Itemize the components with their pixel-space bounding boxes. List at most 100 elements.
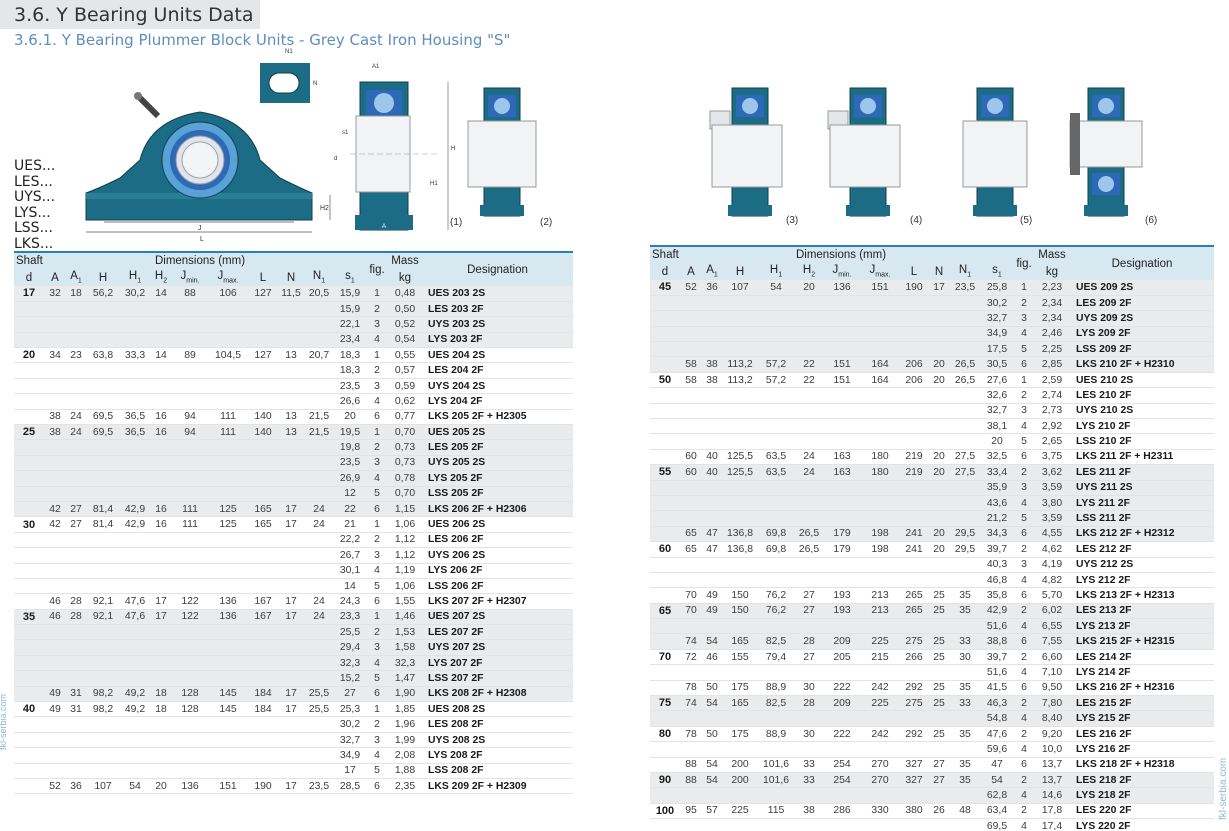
cell-jmax <box>208 624 248 641</box>
cell-d <box>650 757 680 774</box>
cell-h <box>722 433 758 450</box>
cell-l: 292 <box>900 726 928 743</box>
cell-a1 <box>66 716 86 733</box>
cell-s1: 12 <box>334 486 366 502</box>
cell-fig: 2 <box>366 624 388 641</box>
cell-n <box>928 310 950 327</box>
cell-h1 <box>120 486 150 502</box>
cell-h <box>722 787 758 804</box>
cell-jmin <box>824 818 860 831</box>
cell-n <box>928 710 950 727</box>
cell-l <box>248 639 278 656</box>
cell-jmin <box>172 455 208 472</box>
cell-d <box>14 470 44 487</box>
cell-n: 20 <box>928 449 950 466</box>
cell-jmax <box>860 433 900 450</box>
cell-a <box>680 495 702 512</box>
table-row: 51,6 4 6,55 LYS 213 2F <box>650 618 1214 635</box>
cell-h1 <box>120 532 150 549</box>
cell-s1: 23,5 <box>334 378 366 395</box>
cell-a1 <box>66 639 86 656</box>
cell-n1 <box>950 418 980 435</box>
watermark-left: fkl-serbia.com <box>0 693 8 750</box>
cell-fig: 1 <box>366 701 388 718</box>
cell-l <box>900 480 928 496</box>
cell-h2: 16 <box>150 501 172 518</box>
cell-n <box>278 362 304 379</box>
cell-jmax: 104,5 <box>208 347 248 364</box>
cell-a <box>680 710 702 727</box>
cell-h <box>86 393 120 410</box>
cell-n1: 21,5 <box>304 409 334 426</box>
cell-d <box>650 433 680 450</box>
cell-n1: 24 <box>304 516 334 533</box>
unit-code: LYS... <box>14 204 51 221</box>
cell-des: UYS 208 2S <box>422 732 573 749</box>
cell-n <box>278 316 304 333</box>
cell-a1 <box>66 332 86 349</box>
cell-d <box>650 664 680 681</box>
table-row: 90 88 54 200 101,6 33 254 270 327 27 35 54 2 13,7 LES … <box>650 772 1214 789</box>
watermark-right: fkl-serbia.com <box>1218 757 1229 820</box>
cell-jmax: 225 <box>860 695 900 712</box>
cell-s1: 46,3 <box>980 695 1014 712</box>
cell-des: LYS 208 2F <box>422 747 573 764</box>
cell-fig: 1 <box>366 424 388 441</box>
cell-jmax <box>860 418 900 435</box>
cell-h1 <box>758 418 794 435</box>
header-jmax: Jmax. <box>208 269 248 286</box>
cell-jmax: 125 <box>208 516 248 533</box>
cell-d <box>650 418 680 435</box>
dim-label-n: N <box>313 81 317 87</box>
cell-mass: 2,74 <box>1034 387 1070 404</box>
cell-h2 <box>794 326 824 343</box>
cell-d <box>650 295 680 312</box>
cell-jmax: 330 <box>860 803 900 820</box>
cell-jmax <box>860 710 900 727</box>
cell-d <box>14 686 44 703</box>
cell-a1 <box>66 547 86 564</box>
cell-l: 266 <box>900 649 928 666</box>
cell-jmax: 136 <box>208 609 248 626</box>
cell-a: 49 <box>44 701 66 718</box>
cell-a1: 49 <box>702 587 722 604</box>
cell-l: 265 <box>900 603 928 620</box>
table-row: 45 52 36 107 54 20 136 151 190 17 23,5 25,8 1 2,23 UES… <box>650 280 1214 296</box>
cell-h: 165 <box>722 695 758 712</box>
cell-des: LYS 207 2F <box>422 655 573 672</box>
cell-a <box>44 439 66 456</box>
cell-jmin <box>172 439 208 456</box>
cell-h1: 115 <box>758 803 794 820</box>
cell-l: 380 <box>900 803 928 820</box>
unit-code: LKS... <box>14 235 54 252</box>
cell-n1 <box>304 732 334 749</box>
cell-jmin <box>824 557 860 573</box>
dim-label-l: L <box>200 236 204 243</box>
cell-h2: 16 <box>150 424 172 441</box>
cell-a1: 18 <box>66 286 86 302</box>
cell-a1: 31 <box>66 686 86 703</box>
cell-h2: 18 <box>150 701 172 718</box>
table-row: 40,3 3 4,19 UYS 212 2S <box>650 557 1214 573</box>
cell-des: LSS 208 2F <box>422 763 573 780</box>
cell-n: 27 <box>928 772 950 789</box>
cell-a1 <box>702 295 722 312</box>
cell-n <box>928 664 950 681</box>
cell-des: LES 212 2F <box>1070 541 1214 558</box>
cell-n1: 35 <box>950 772 980 789</box>
cell-h2 <box>794 341 824 358</box>
cell-jmax <box>208 563 248 579</box>
cell-s1: 24,3 <box>334 593 366 610</box>
header-fig: fig. <box>366 251 388 286</box>
cell-h <box>722 295 758 312</box>
cell-h <box>722 310 758 327</box>
cell-des: LES 206 2F <box>422 532 573 549</box>
table-row: 52 36 107 54 20 136 151 190 17 23,5 28,5 6 2,35 LKS 2… <box>14 778 573 795</box>
cell-h1 <box>120 470 150 487</box>
cell-a: 70 <box>680 587 702 604</box>
cell-mass: 1,96 <box>388 716 422 733</box>
cell-a: 32 <box>44 286 66 302</box>
cell-jmin <box>172 763 208 780</box>
cell-jmax <box>860 341 900 358</box>
cell-s1: 20 <box>334 409 366 426</box>
